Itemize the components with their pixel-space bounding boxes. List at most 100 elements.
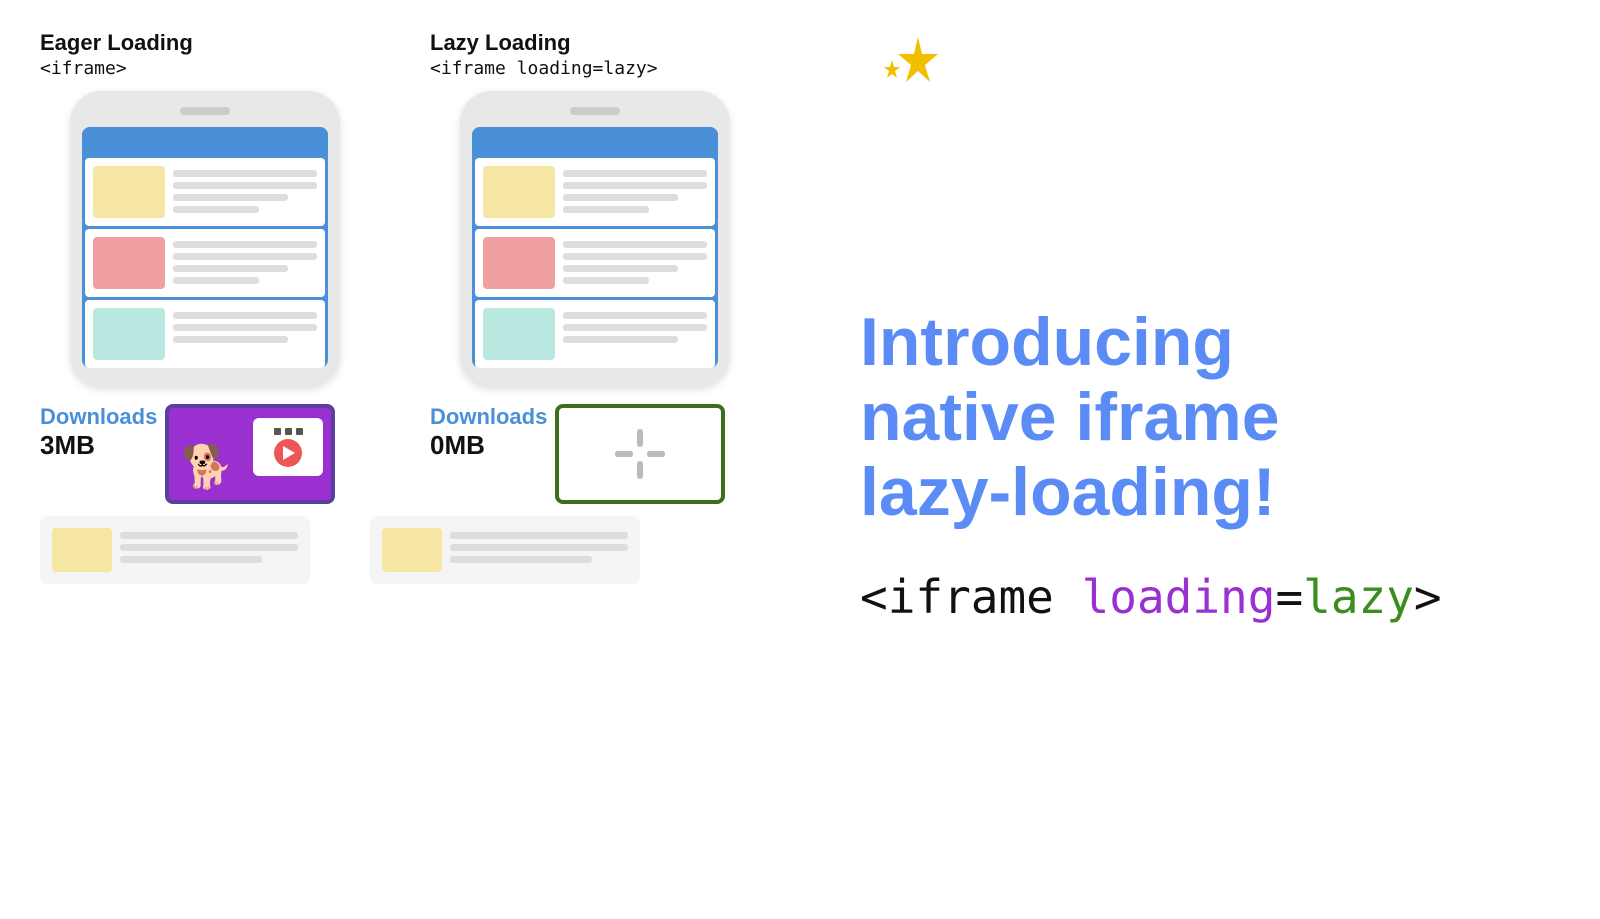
code-lazy-keyword: lazy [1303, 570, 1414, 624]
lazy-column: Lazy Loading <iframe loading=lazy> [430, 30, 760, 504]
intro-line3: lazy-loading! [860, 454, 1276, 530]
line [450, 532, 628, 539]
code-snippet: <iframe loading=lazy> [860, 570, 1560, 624]
line [450, 544, 628, 551]
play-triangle-icon [283, 446, 295, 460]
line [120, 532, 298, 539]
lazy-card-2-lines [563, 237, 707, 284]
line [563, 241, 707, 248]
lazy-downloads-value: 0MB [430, 430, 485, 461]
eager-column: Eager Loading <iframe> [40, 30, 370, 504]
lazy-card-2 [475, 229, 715, 297]
right-section: Introducing native iframe lazy-loading! … [860, 30, 1560, 889]
line [173, 312, 317, 319]
video-dot [274, 428, 281, 435]
eager-card-2-lines [173, 237, 317, 284]
eager-card-3-image [93, 308, 165, 360]
line [173, 265, 288, 272]
eager-card-1-lines [173, 166, 317, 213]
code-loading-keyword: loading [1082, 570, 1276, 624]
line [173, 277, 259, 284]
line [173, 324, 317, 331]
eager-phone-header [82, 127, 328, 155]
line [173, 241, 317, 248]
lazy-card-1-image [483, 166, 555, 218]
lazy-label-area: Lazy Loading <iframe loading=lazy> [430, 30, 760, 79]
lazy-downloads-label: Downloads [430, 404, 547, 430]
play-button [274, 439, 302, 467]
eager-card-1-image [93, 166, 165, 218]
line [120, 544, 298, 551]
lazy-code: <iframe loading=lazy> [430, 58, 760, 79]
eager-card-3 [85, 300, 325, 368]
code-equals: = [1275, 570, 1303, 624]
lazy-phone-screen [472, 127, 718, 368]
lazy-card-1-lines [563, 166, 707, 213]
lazy-card-1 [475, 158, 715, 226]
mini-card-image-2 [382, 528, 442, 572]
line [563, 265, 678, 272]
left-section: Eager Loading <iframe> [40, 30, 800, 889]
lazy-mini-card [370, 516, 640, 584]
main-container: Eager Loading <iframe> [0, 0, 1600, 919]
eager-card-1 [85, 158, 325, 226]
lazy-phone-header [472, 127, 718, 155]
line [563, 170, 707, 177]
eager-card-2 [85, 229, 325, 297]
line [173, 206, 259, 213]
line [563, 206, 649, 213]
eager-downloads-label: Downloads [40, 404, 157, 430]
line [563, 277, 649, 284]
eager-phone-screen [82, 127, 328, 368]
eager-downloads-row: Downloads 3MB 🐕 [40, 404, 370, 504]
video-dot [285, 428, 292, 435]
video-icon-box [253, 418, 323, 476]
eager-label-area: Eager Loading <iframe> [40, 30, 370, 79]
eager-iframe-preview: 🐕 [165, 404, 335, 504]
eager-code: <iframe> [40, 58, 370, 79]
phone-speaker-lazy [570, 107, 620, 115]
lazy-title: Lazy Loading [430, 30, 760, 56]
lazy-downloads-row: Downloads 0MB [430, 404, 760, 504]
eager-card-2-image [93, 237, 165, 289]
code-prefix: <iframe [860, 570, 1082, 624]
line [563, 312, 707, 319]
loading-spinner-svg [590, 419, 690, 489]
line [120, 556, 262, 563]
sparkle-area [870, 32, 950, 107]
below-phones-row [40, 516, 800, 584]
line [173, 182, 317, 189]
eager-title: Eager Loading [40, 30, 370, 56]
eager-downloads-value: 3MB [40, 430, 95, 461]
line [563, 194, 678, 201]
video-dots-row [274, 428, 303, 435]
line [173, 253, 317, 260]
eager-phone-mockup [70, 91, 340, 388]
lazy-downloads-info: Downloads 0MB [430, 404, 547, 461]
intro-title: Introducing native iframe lazy-loading! [860, 305, 1560, 529]
line [173, 170, 317, 177]
lazy-card-2-image [483, 237, 555, 289]
eager-mini-card [40, 516, 310, 584]
phones-row: Eager Loading <iframe> [40, 30, 800, 504]
line [173, 336, 288, 343]
eager-card-3-lines [173, 308, 317, 343]
mini-card-lines-2 [450, 528, 628, 563]
line [173, 194, 288, 201]
eager-downloads-info: Downloads 3MB [40, 404, 157, 461]
video-dot [296, 428, 303, 435]
line [563, 253, 707, 260]
dog-icon: 🐕 [181, 443, 233, 492]
mini-card-image-1 [52, 528, 112, 572]
mini-card-lines-1 [120, 528, 298, 563]
lazy-iframe-preview [555, 404, 725, 504]
lazy-card-3-image [483, 308, 555, 360]
lazy-phone-mockup [460, 91, 730, 388]
sparkle-icon [870, 32, 950, 102]
line [450, 556, 592, 563]
code-suffix: > [1414, 570, 1442, 624]
intro-line2: native iframe [860, 379, 1280, 455]
lazy-card-3 [475, 300, 715, 368]
line [563, 324, 707, 331]
line [563, 182, 707, 189]
